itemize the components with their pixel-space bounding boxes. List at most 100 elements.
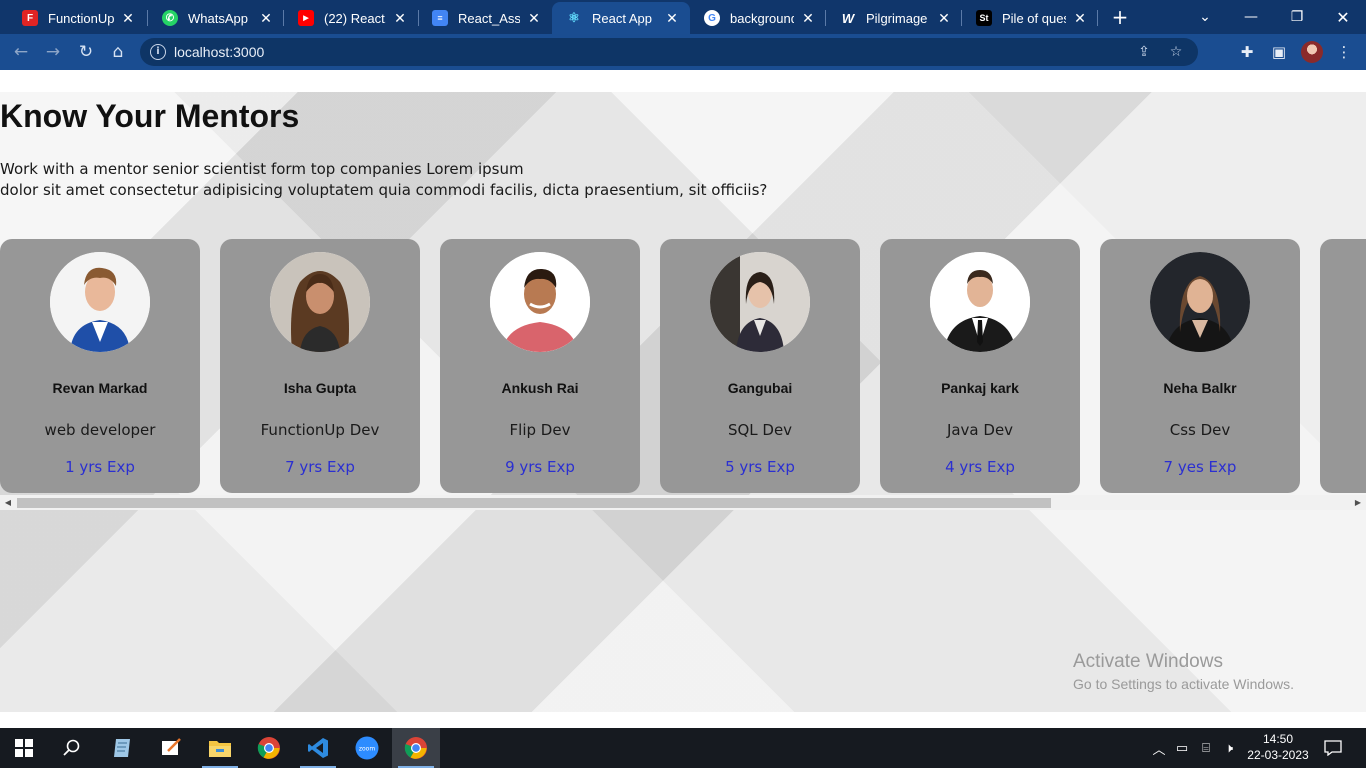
zoom-app-icon[interactable]: zoom [343,728,391,768]
tab-title: FunctionUp - [48,10,114,26]
webflow-icon: W [841,10,855,26]
browser-tab[interactable]: W Pilgrimage Ch ✕ [826,2,962,34]
new-tab-plus-icon[interactable]: + [1108,5,1132,29]
close-tab-icon[interactable]: ✕ [526,10,542,27]
minimize-icon[interactable]: — [1228,0,1274,34]
close-tab-icon[interactable]: ✕ [1072,10,1088,27]
mentor-name: Pankaj kark [941,380,1019,396]
tray-overflow-chevron-icon[interactable]: ︿ [1150,728,1168,768]
whiteboard-app-icon[interactable] [147,728,195,768]
mentor-name: Ankush Rai [501,380,579,396]
mentor-card: Neha Balkr Css Dev 7 yes Exp [1100,239,1300,493]
clock-time: 14:50 [1262,732,1294,746]
vscode-app-icon[interactable] [294,728,342,768]
mentor-card: Revan Markad web developer 1 yrs Exp [0,239,200,493]
close-window-icon[interactable]: ✕ [1320,0,1366,34]
browser-tab[interactable]: G background im ✕ [690,2,826,34]
close-tab-icon[interactable]: ✕ [800,10,816,27]
horizontal-scrollbar[interactable]: ◀ ▶ [0,495,1366,510]
reload-icon[interactable]: ↻ [74,40,98,64]
description-line: Work with a mentor senior scientist form… [0,160,524,178]
whatsapp-icon: ✆ [162,10,178,26]
close-tab-icon[interactable]: ✕ [258,10,274,27]
chrome-active-app-icon[interactable] [392,728,440,768]
browser-tab[interactable]: ✆ WhatsApp ✕ [148,2,284,34]
start-windows-icon[interactable] [0,728,48,768]
mentor-role: Css Dev [1169,421,1231,439]
scroll-right-arrow-icon[interactable]: ▶ [1352,497,1364,508]
mentor-role: web developer [44,421,156,439]
svg-text:zoom: zoom [359,746,375,753]
mentor-role: SQL Dev [727,421,793,439]
profile-avatar[interactable] [1301,41,1323,63]
youtube-icon: ▶ [298,10,314,26]
watermark-title: Activate Windows [1073,651,1223,672]
browser-tab[interactable]: ▶ (22) React.dev ✕ [284,2,418,34]
mentor-cards-scroller[interactable]: Revan Markad web developer 1 yrs Exp Ish… [0,239,1366,493]
browser-tab[interactable]: F FunctionUp - ✕ [8,2,146,34]
file-explorer-icon[interactable] [196,728,244,768]
notepad-app-icon[interactable] [98,728,146,768]
side-panel-icon[interactable]: ▣ [1267,40,1291,64]
back-arrow-icon[interactable]: ← [9,40,33,64]
watermark-subtitle: Go to Settings to activate Windows. [1073,676,1294,692]
search-icon[interactable] [48,728,96,768]
mentor-name: Neha Balkr [1163,380,1237,396]
google-icon: G [704,10,720,26]
functionup-icon: F [22,10,38,26]
scrollbar-thumb[interactable] [17,498,1051,508]
mentor-card: Gangubai SQL Dev 5 yrs Exp [660,239,860,493]
mentor-photo [50,252,150,352]
volume-icon[interactable]: 🕨 [1218,728,1240,768]
home-icon[interactable]: ⌂ [106,40,130,64]
mentor-card: Isha Gupta FunctionUp Dev 7 yrs Exp [220,239,420,493]
mentor-role: Java Dev [946,421,1014,439]
react-icon: ⚛ [568,10,580,25]
more-menu-icon[interactable]: ⋮ [1332,40,1356,64]
chrome-app-icon[interactable] [245,728,293,768]
mentors-section: Know Your Mentors Work with a mentor sen… [0,92,1366,712]
mentor-photo [1150,252,1250,352]
mentor-experience: 4 yrs Exp [945,458,1015,476]
address-bar[interactable]: i localhost:3000 ☆ ⇪ [140,38,1198,66]
page-viewport: Know Your Mentors Work with a mentor sen… [0,70,1366,728]
close-tab-icon[interactable]: ✕ [120,10,136,27]
mentor-card: Pankaj kark Java Dev 4 yrs Exp [880,239,1080,493]
close-tab-icon[interactable]: ✕ [664,10,680,27]
extensions-puzzle-icon[interactable]: ✚ [1235,40,1259,64]
mentor-name: Isha Gupta [283,380,357,396]
mentor-experience: 7 yrs Exp [285,458,355,476]
url-text[interactable]: localhost:3000 [174,44,264,60]
tab-title: React App [592,10,652,26]
google-docs-icon: ≡ [432,10,448,26]
browser-tab-active[interactable]: ⚛ React App ✕ [552,2,690,34]
close-tab-icon[interactable]: ✕ [936,10,952,27]
windows-taskbar: zoom ︿ ▭ ⌸ 🕨 14:50 22-03-2023 [0,728,1366,768]
network-icon[interactable]: ⌸ [1196,728,1216,768]
mentor-role: Flip Dev [509,421,571,439]
site-info-icon[interactable]: i [150,44,166,60]
share-icon[interactable]: ⇪ [1134,42,1154,62]
tab-search-chevron-icon[interactable]: ⌄ [1182,0,1228,34]
restore-icon[interactable]: ❐ [1274,0,1320,34]
browser-toolbar: ← → ↻ ⌂ i localhost:3000 ☆ ⇪ ✚ ▣ ⋮ [0,34,1366,70]
taskbar-clock[interactable]: 14:50 22-03-2023 [1244,731,1312,763]
scroll-left-arrow-icon[interactable]: ◀ [2,497,14,508]
close-tab-icon[interactable]: ✕ [392,10,408,27]
mentor-experience: 7 yes Exp [1163,458,1237,476]
battery-icon[interactable]: ▭ [1172,728,1192,768]
browser-tab[interactable]: St Pile of questio ✕ [962,2,1098,34]
mentor-name: Gangubai [727,380,793,396]
tab-title: React_Assignm [458,10,520,26]
page-title: Know Your Mentors [0,98,300,134]
notifications-icon[interactable] [1318,728,1348,768]
mentor-photo [930,252,1030,352]
bookmark-star-icon[interactable]: ☆ [1166,42,1186,62]
page-description: Work with a mentor senior scientist form… [0,159,767,201]
browser-tab[interactable]: ≡ React_Assignm ✕ [418,2,552,34]
mentor-experience: 1 yrs Exp [65,458,135,476]
forward-arrow-icon[interactable]: → [41,40,65,64]
activate-windows-watermark: Activate Windows Go to Settings to activ… [1073,651,1294,692]
tab-title: Pilgrimage Ch [866,10,930,26]
clock-date: 22-03-2023 [1247,748,1309,762]
